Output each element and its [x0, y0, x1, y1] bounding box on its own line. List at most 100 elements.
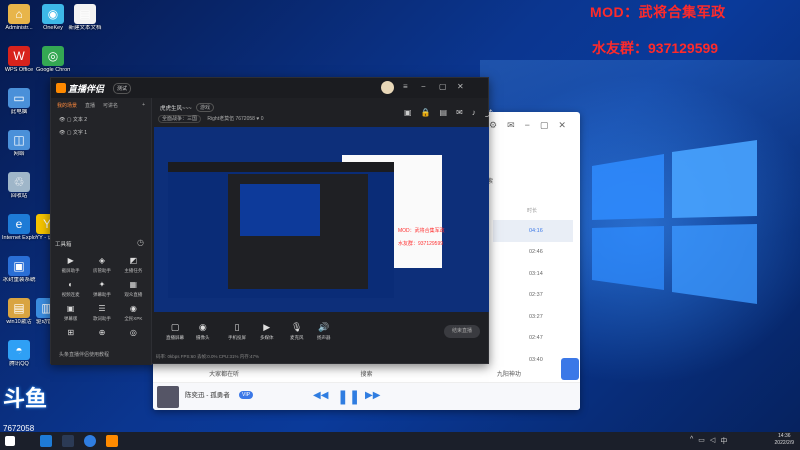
chevron-up-icon[interactable]: ^ [690, 436, 693, 446]
gift-icon[interactable]: ✉ [456, 108, 463, 119]
tool-item[interactable]: ◈ 房管助手 [86, 256, 117, 274]
next-track-icon[interactable]: ▶▶ [365, 390, 380, 401]
volume-icon[interactable]: ◁ [710, 436, 715, 446]
clock[interactable]: 14:36 2022/2/9 [775, 433, 794, 447]
mail-icon[interactable]: ✉ [507, 120, 515, 131]
save-icon[interactable]: ▤ [440, 108, 448, 119]
tool-item[interactable]: ☰ 歌词助手 [86, 304, 117, 322]
tool-item[interactable]: ✦ 弹幕助手 [86, 280, 117, 298]
avatar[interactable] [381, 81, 394, 94]
music-tab[interactable]: 大家都在听 [153, 368, 295, 382]
song-duration[interactable]: 02:37 [493, 285, 573, 307]
desktop-icon-label: 冰封重装系统 [2, 277, 36, 283]
network-icon[interactable]: ▭ [698, 436, 705, 446]
song-duration[interactable]: 02:46 [493, 242, 573, 264]
control-button[interactable]: ▢ 直播屏幕 [166, 322, 184, 341]
menu-icon[interactable]: ≡ [403, 82, 408, 91]
scene-item[interactable]: 👁 ▢ 文本 2 [51, 113, 151, 126]
room-category[interactable]: 全面战争：三国 [158, 115, 202, 123]
end-live-button[interactable]: 结束直播 [444, 325, 480, 338]
scene-item[interactable]: 👁 ▢ 文字 1 [51, 126, 151, 139]
song-duration[interactable]: 04:16 [493, 220, 573, 242]
tab-my-scenes[interactable]: 我的场景 [57, 102, 77, 109]
bell-icon[interactable]: ♪ [472, 108, 476, 119]
app-name: 直播伴侣 [68, 84, 105, 94]
desktop-icon[interactable]: ◫ 网络 [2, 130, 36, 158]
desktop-icon[interactable]: ▭ 此电脑 [2, 88, 36, 116]
tool-label: 弹幕助手 [92, 292, 111, 297]
music-tab[interactable]: 九阳神功 [438, 368, 580, 382]
control-button[interactable]: ◉ 摄像头 [196, 322, 210, 341]
system-tray: ^ ▭ ◁ 中 [690, 436, 727, 446]
tool-item[interactable]: ◎ [118, 328, 149, 340]
control-icon: ▯ [234, 322, 240, 332]
tab-other[interactable]: 可讲名 [103, 102, 118, 109]
album-cover[interactable] [157, 386, 179, 408]
ime-icon[interactable]: 中 [720, 436, 727, 446]
song-duration[interactable]: 03:27 [493, 306, 573, 328]
minimize-icon[interactable]: − [421, 82, 426, 91]
stream-preview[interactable]: MOD：武将合集军政 水友群：937129599 [154, 127, 489, 312]
previous-track-icon[interactable]: ◀◀ [313, 390, 328, 401]
pause-button[interactable]: ❚❚ [337, 388, 360, 405]
tool-item[interactable]: ⊞ [55, 328, 86, 340]
desktop-icon[interactable]: ▣ 冰封重装系统 [2, 256, 36, 284]
control-button[interactable]: ▯ 手机投屏 [228, 322, 246, 341]
clock-time: 14:36 [778, 433, 791, 439]
desktop-icon[interactable]: ⌂ Administr... [2, 4, 36, 32]
control-button[interactable]: 🔊 扬声器 [317, 322, 331, 341]
tab-live[interactable]: 直播 [85, 102, 95, 109]
tool-item[interactable]: ⊕ [86, 328, 117, 340]
desktop-icon[interactable]: ▤ 新建文本文档 [68, 4, 102, 32]
phone-icon[interactable] [561, 358, 579, 380]
tool-item[interactable]: ◩ 主播任务 [118, 256, 149, 274]
tool-item[interactable]: ◐ 视频连麦 [55, 280, 86, 298]
app-logo-icon [56, 83, 66, 93]
close-icon[interactable]: ✕ [558, 120, 566, 131]
tool-item[interactable]: ▦ 观众直播 [118, 280, 149, 298]
desktop-icon[interactable]: ◓ 腾讯QQ [2, 340, 36, 368]
desktop-icon-glyph-icon: ▤ [8, 298, 30, 318]
tool-icon: ▶ [67, 256, 74, 265]
room-title: 虎虎生风~~~ [160, 106, 192, 112]
room-meta: Right老莫伍 7672058 [207, 116, 255, 122]
song-duration[interactable]: 02:47 [493, 328, 573, 350]
tool-icon: ☰ [98, 304, 106, 313]
desktop-icon-glyph-icon: ▭ [8, 88, 30, 108]
taskbar-live-app-icon[interactable] [106, 435, 118, 447]
control-icon: ▶ [263, 322, 271, 332]
taskbar-explorer-icon[interactable] [40, 435, 52, 447]
clock-icon[interactable]: ◷ [137, 238, 144, 247]
close-icon[interactable]: ✕ [457, 82, 464, 91]
taskbar-steam-icon[interactable] [62, 435, 74, 447]
desktop-icon[interactable]: ◉ OneKey [36, 4, 70, 32]
tool-item[interactable]: ◉ 全民XPK [118, 304, 149, 322]
control-button[interactable]: ▶ 多媒体 [260, 322, 274, 341]
share-icon[interactable]: ⤴ [485, 108, 493, 119]
live-streaming-window[interactable]: 直播伴侣 测试 ≡ − ▢ ✕ 我的场景 直播 可讲名 + 👁 ▢ 文本 2 👁… [50, 77, 493, 365]
desktop-icon[interactable]: ◎Google Chrome [36, 46, 70, 74]
add-scene-icon[interactable]: + [142, 102, 145, 109]
stream-stats: 码率: 0kbps FPS:60 丢帧:0.0% CPU:31% 内存:47% [156, 354, 260, 359]
room-tag[interactable]: 游戏 [196, 103, 215, 112]
watermark-logo: 斗鱼 [3, 386, 48, 411]
tutorial-link[interactable]: 头条直播伴侣使用教程 [51, 351, 151, 358]
start-button-icon[interactable] [5, 436, 15, 446]
lock-icon[interactable]: 🔒 [421, 108, 431, 119]
settings-icon[interactable]: ⚙ [489, 120, 497, 131]
desktop-icon[interactable]: W WPS Office [2, 46, 36, 74]
maximize-icon[interactable]: ▢ [439, 82, 447, 91]
desktop-icon-label: Google Chrome [36, 67, 70, 73]
record-icon[interactable]: ▣ [404, 108, 412, 119]
control-button[interactable]: 🎙 麦克风 [290, 322, 304, 341]
desktop-icon[interactable]: ♲ 回收站 [2, 172, 36, 200]
tool-icon: ⊕ [98, 328, 106, 337]
maximize-icon[interactable]: ▢ [540, 120, 549, 131]
tool-item[interactable]: ▣ 弹幕版 [55, 304, 86, 322]
music-tab[interactable]: 搜索 [295, 368, 437, 382]
tool-item[interactable]: ▶ 截屏助手 [55, 256, 86, 274]
song-duration[interactable]: 03:14 [493, 263, 573, 285]
taskbar-music-icon[interactable] [84, 435, 96, 447]
minimize-icon[interactable]: − [525, 120, 530, 131]
tool-label: 全民XPK [124, 316, 143, 321]
